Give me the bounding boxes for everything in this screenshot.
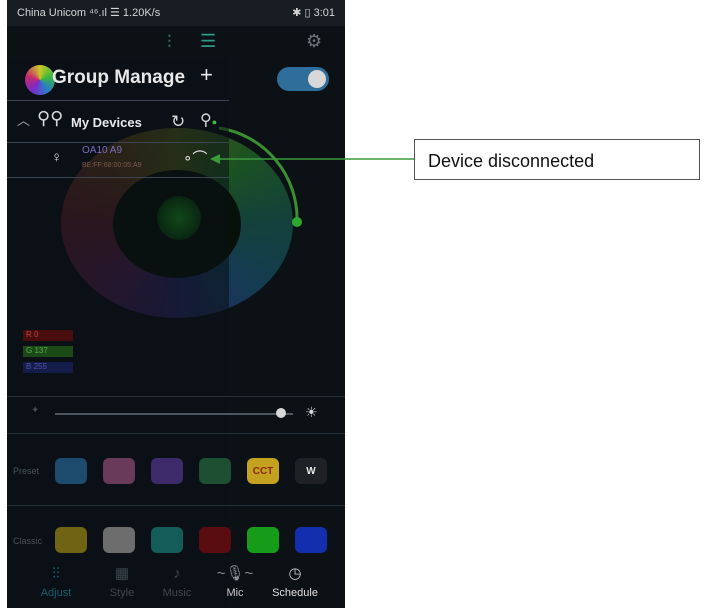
annotation-callout: Device disconnected bbox=[414, 139, 700, 180]
callout-text: Device disconnected bbox=[428, 151, 595, 171]
callout-arrow bbox=[210, 154, 414, 164]
